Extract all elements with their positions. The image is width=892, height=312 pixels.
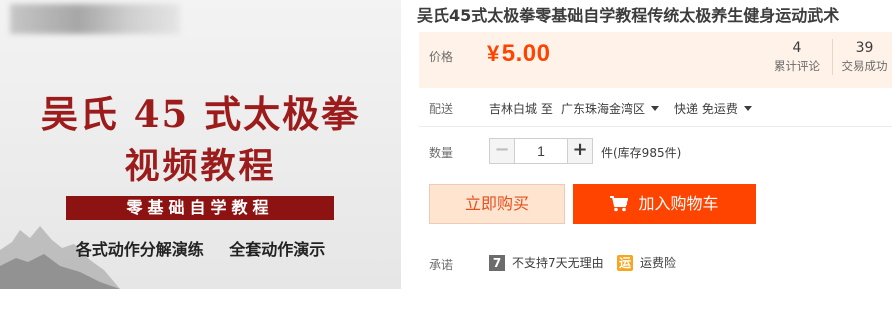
review-count-label: 累计评论 — [774, 59, 820, 73]
quantity-label: 数量 — [429, 146, 454, 160]
stock-info: 件(库存985件) — [601, 146, 682, 160]
price-amount: 5.00 — [501, 40, 551, 67]
divider — [419, 126, 892, 127]
decrease-button[interactable]: − — [489, 138, 515, 164]
promise-text: 运费险 — [640, 256, 677, 270]
add-to-cart-label: 加入购物车 — [638, 194, 719, 213]
buy-now-button[interactable]: 立即购买 — [429, 184, 565, 224]
review-count-stat[interactable]: 4 累计评论 — [765, 39, 829, 75]
trade-count-label: 交易成功 — [841, 59, 888, 73]
promise-label: 承诺 — [429, 258, 454, 272]
price-panel: 价格 ¥5.00 4 累计评论 39 交易成功 — [419, 32, 892, 88]
quantity-input[interactable] — [515, 138, 567, 164]
ship-to-text: 广东珠海金湾区 — [561, 102, 646, 116]
increase-button[interactable]: + — [567, 138, 593, 164]
image-banner: 零基础自学教程 — [66, 196, 334, 220]
image-title-line2: 视频教程 — [124, 146, 277, 187]
trade-count-stat: 39 交易成功 — [832, 39, 892, 75]
currency-symbol: ¥ — [487, 41, 500, 66]
cart-icon — [610, 196, 629, 212]
image-title-line1: 吴氏 45 式太极拳 — [40, 92, 361, 136]
promise-text: 不支持7天无理由 — [512, 256, 604, 270]
shipping-label: 配送 — [429, 102, 454, 116]
seven-day-icon: 7 — [489, 254, 505, 271]
add-to-cart-button[interactable]: 加入购物车 — [573, 184, 756, 224]
ship-from: 吉林白城 至 — [489, 102, 553, 116]
promise-item[interactable]: 运 运费险 — [617, 254, 676, 271]
blurred-watermark — [10, 4, 180, 34]
review-count: 4 — [792, 40, 802, 56]
freight-insurance-icon: 运 — [617, 254, 633, 271]
price-value: ¥5.00 — [487, 40, 550, 68]
chevron-down-icon — [651, 106, 660, 111]
chevron-down-icon — [743, 106, 752, 111]
price-label: 价格 — [429, 50, 454, 64]
shipping-method-selector[interactable]: 快递 免运费 — [674, 100, 752, 117]
product-image[interactable]: 吴氏 45 式太极拳 视频教程 零基础自学教程 各式动作分解演练 全套动作演示 — [0, 0, 401, 289]
quantity-stepper: − + — [489, 138, 593, 164]
product-title: 吴氏45式太极拳零基础自学教程传统太极养生健身运动武术 — [417, 6, 840, 25]
trade-count: 39 — [855, 40, 874, 56]
promise-item[interactable]: 7 不支持7天无理由 — [489, 254, 604, 271]
image-subtitle: 各式动作分解演练 全套动作演示 — [75, 240, 326, 259]
shipping-method-text: 快递 免运费 — [674, 102, 738, 116]
ship-to-selector[interactable]: 广东珠海金湾区 — [561, 100, 660, 117]
